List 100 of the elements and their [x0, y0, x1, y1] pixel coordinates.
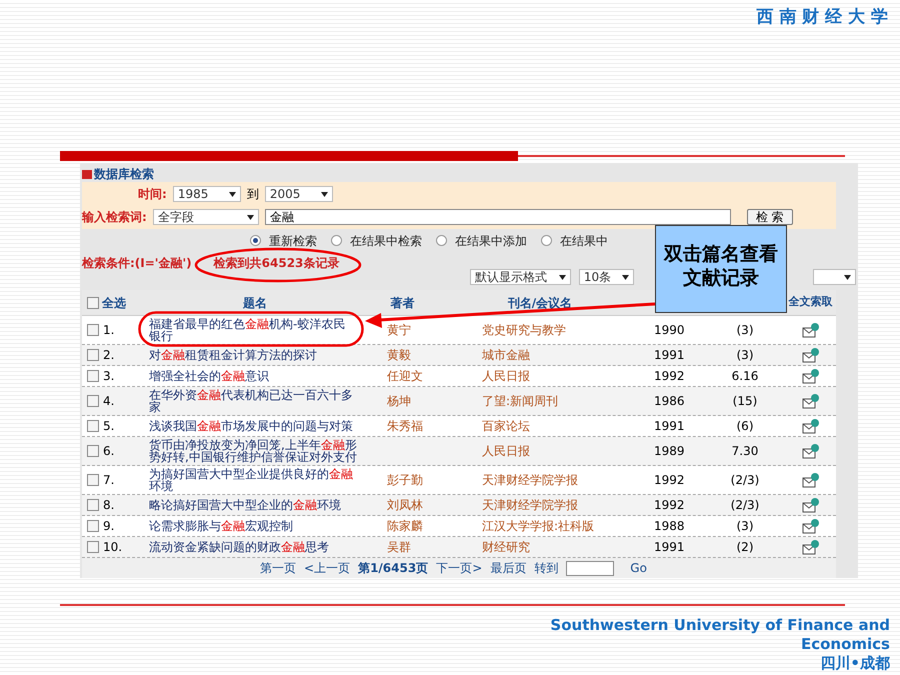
footer-text: 四川•成都 [820, 654, 890, 673]
field-dropdown[interactable]: 全字段 [152, 209, 259, 225]
column-header[interactable]: 全文索取 [788, 294, 832, 311]
author-link[interactable]: 吴群 [387, 540, 411, 554]
issue-cell: (2/3) [730, 499, 760, 511]
article-title-link[interactable]: 为搞好国营大中型企业提供良好的金融 环境 [149, 468, 357, 492]
issue-cell: (3) [736, 324, 754, 336]
checkbox[interactable] [87, 296, 99, 308]
mail-icon[interactable] [802, 497, 820, 513]
issue-cell: (3) [736, 349, 754, 361]
page-size-dropdown[interactable]: 10条 [578, 269, 634, 286]
search-button[interactable]: 检 索 [746, 209, 793, 225]
mail-icon[interactable] [802, 472, 820, 488]
checkbox[interactable] [87, 395, 99, 407]
journal-link[interactable]: 人民日报 [482, 369, 530, 383]
format-dropdown[interactable]: 默认显示格式 [470, 269, 571, 286]
caret-icon [558, 274, 566, 280]
issue-cell: (3) [736, 520, 754, 532]
journal-link[interactable]: 财经研究 [482, 540, 530, 554]
year-cell: 1991 [654, 540, 685, 554]
journal-link[interactable]: 人民日报 [482, 444, 530, 458]
keyword-label: 输入检索词: [82, 209, 147, 226]
checkbox[interactable] [87, 324, 99, 336]
previous-page-link[interactable]: <上一页 [304, 559, 350, 577]
callout-text: 双击篇名查看 [664, 242, 778, 266]
row-number: 6. [103, 445, 114, 457]
author-link[interactable]: 陈家麟 [387, 519, 423, 533]
row-number: 9. [103, 520, 114, 532]
caret-icon [320, 192, 328, 196]
article-title-link[interactable]: 流动资金紧缺问题的财政金融思考 [149, 541, 357, 553]
keyword-field[interactable]: 金融 [264, 209, 731, 225]
checkbox[interactable] [87, 474, 99, 486]
journal-link[interactable]: 城市金融 [482, 348, 530, 362]
journal-link[interactable]: 天津财经学院学报 [482, 498, 578, 512]
row-number: 4. [103, 395, 114, 407]
issue-cell: (2/3) [730, 474, 760, 486]
checkbox[interactable] [87, 370, 99, 382]
author-link[interactable]: 任迎文 [387, 369, 423, 383]
mail-icon[interactable] [802, 418, 820, 434]
goto-label: 转到 [534, 560, 558, 577]
last-page-link[interactable]: 最后页 [490, 559, 526, 577]
author-link[interactable]: 彭子勤 [387, 473, 423, 487]
sort-dropdown[interactable] [812, 269, 856, 286]
go-link[interactable]: Go [630, 559, 647, 577]
mode-label: 在结果中 [560, 232, 608, 250]
author-link[interactable]: 杨坤 [387, 394, 411, 408]
issue-cell: (6) [736, 420, 754, 432]
year-to-dropdown[interactable]: 2005 [264, 186, 333, 202]
mail-icon[interactable] [802, 393, 820, 409]
journal-link[interactable]: 天津财经学院学报 [482, 473, 578, 487]
checkbox[interactable] [87, 445, 99, 457]
caret-icon [844, 274, 851, 280]
mail-icon[interactable] [802, 322, 820, 338]
radio-button[interactable] [541, 235, 552, 246]
mail-icon[interactable] [802, 368, 820, 384]
first-page-link[interactable]: 第一页 [260, 559, 296, 577]
mail-icon[interactable] [802, 347, 820, 363]
mode-label: 重新检索 [269, 232, 317, 250]
column-header[interactable]: 刊名/会议名 [508, 294, 572, 312]
year-cell: 1988 [654, 519, 685, 533]
year-cell: 1989 [654, 444, 685, 458]
search-condition: 检索条件:(I='金融') [82, 255, 192, 272]
page-number-field[interactable] [566, 560, 614, 576]
year-cell: 1992 [654, 498, 685, 512]
journal-link[interactable]: 百家论坛 [482, 419, 530, 433]
article-title-link[interactable]: 论需求膨胀与金融宏观控制 [149, 520, 357, 532]
radio-button[interactable] [250, 235, 261, 246]
year-from-dropdown[interactable]: 1985 [172, 186, 241, 202]
checkbox[interactable] [87, 520, 99, 532]
article-title-link[interactable]: 货币由净投放变为净回笼,上半年金融形势好转,中国银行维护信誉保证对外支付 [149, 439, 357, 463]
journal-link[interactable]: 了望:新闻周刊 [482, 394, 558, 408]
article-title-link[interactable]: 对金融租赁租金计算方法的探讨 [149, 349, 357, 361]
article-title-link[interactable]: 略论搞好国营大中型企业的金融环境 [149, 499, 357, 511]
issue-cell: 7.30 [732, 445, 758, 457]
year-cell: 1991 [654, 348, 685, 362]
year-cell: 1986 [654, 394, 685, 408]
journal-link[interactable]: 党史研究与教学 [482, 323, 566, 337]
checkbox[interactable] [87, 541, 99, 553]
author-link[interactable]: 朱秀福 [387, 419, 423, 433]
mail-icon[interactable] [802, 443, 820, 459]
checkbox[interactable] [87, 349, 99, 361]
column-header[interactable]: 题名 [243, 294, 267, 312]
year-cell: 1992 [654, 369, 685, 383]
article-title-link[interactable]: 浅谈我国金融市场发展中的问题与对策 [149, 420, 357, 432]
article-title-link[interactable]: 在华外资金融代表机构已达一百六十多家 [149, 389, 357, 413]
caret-icon [228, 192, 236, 196]
author-link[interactable]: 黄毅 [387, 348, 411, 362]
next-page-link[interactable]: 下一页> [436, 559, 482, 577]
author-link[interactable]: 刘凤林 [387, 498, 423, 512]
checkbox[interactable] [87, 499, 99, 511]
page-indicator: 第1/6453页 [358, 560, 428, 577]
journal-link[interactable]: 江汉大学学报:社科版 [482, 519, 594, 533]
checkbox[interactable] [87, 420, 99, 432]
column-header[interactable]: 著者 [390, 294, 414, 312]
radio-button[interactable] [436, 235, 447, 246]
radio-button[interactable] [331, 235, 342, 246]
author-link[interactable]: 黄宁 [387, 323, 411, 337]
mail-icon[interactable] [802, 539, 820, 555]
mail-icon[interactable] [802, 518, 820, 534]
article-title-link[interactable]: 增强全社会的金融意识 [149, 370, 357, 382]
